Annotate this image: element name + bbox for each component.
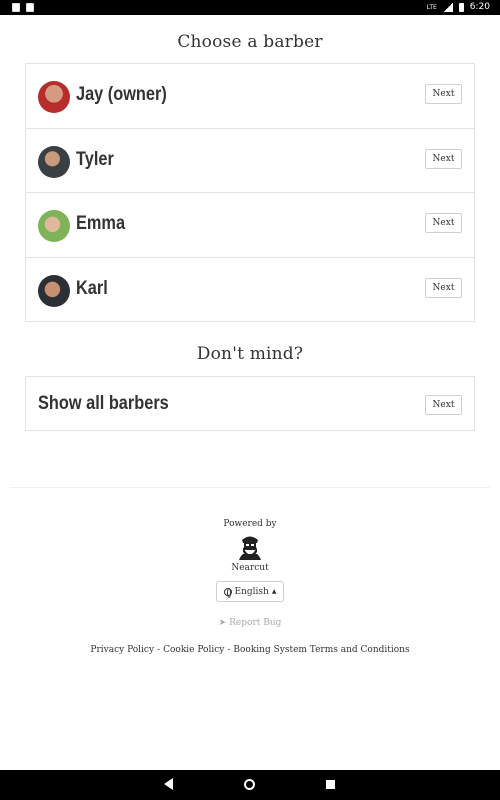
- paper-plane-icon: ➤: [218, 618, 227, 628]
- legal-links: Privacy Policy - Cookie Policy - Booking Sys…: [0, 645, 500, 655]
- barber-row-emma[interactable]: Emma Next: [26, 193, 474, 258]
- next-button[interactable]: Next: [425, 148, 462, 169]
- barber-name: Karl: [76, 277, 108, 299]
- separator: -: [157, 645, 161, 655]
- notification-icon: [12, 3, 20, 12]
- cookie-policy-link[interactable]: Cookie Policy: [163, 645, 224, 655]
- page-title: Choose a barber: [177, 32, 323, 52]
- status-bar: LTE 6:20: [0, 0, 500, 15]
- show-all-card[interactable]: Show all barbers Next: [25, 376, 475, 431]
- footer-divider: [10, 487, 490, 488]
- barber-name: Tyler: [76, 148, 114, 170]
- show-all-next-button[interactable]: Next: [425, 395, 462, 415]
- sd-card-icon: [26, 3, 34, 12]
- bearded-barber-icon[interactable]: [236, 532, 264, 560]
- network-label: LTE: [426, 3, 437, 11]
- powered-by-label: Powered by: [223, 519, 277, 529]
- status-right: LTE 6:20: [427, 2, 490, 12]
- barber-name: Emma: [76, 213, 126, 234]
- notification-icons: [12, 3, 34, 12]
- avatar: [38, 81, 70, 113]
- language-label: English: [234, 586, 269, 597]
- avatar: [38, 145, 70, 178]
- next-button[interactable]: Next: [425, 277, 462, 298]
- report-bug-link[interactable]: ➤ Report Bug: [0, 618, 500, 628]
- show-all-label: Show all barbers: [38, 393, 169, 414]
- privacy-policy-link[interactable]: Privacy Policy: [90, 645, 154, 655]
- barber-row-jay[interactable]: Jay (owner) Next: [26, 64, 474, 129]
- language-selector[interactable]: English ▲: [216, 581, 284, 602]
- caret-up-icon: ▲: [271, 588, 277, 595]
- recent-apps-icon[interactable]: [326, 780, 335, 789]
- globe-icon: [223, 587, 232, 598]
- report-bug-label: Report Bug: [229, 618, 282, 628]
- battery-icon: [458, 2, 464, 12]
- dont-mind-title: Don't mind?: [196, 344, 304, 364]
- terms-link[interactable]: Booking System Terms and Conditions: [233, 645, 409, 655]
- clock: 6:20: [469, 2, 490, 12]
- avatar: [38, 274, 70, 307]
- back-icon[interactable]: [164, 778, 173, 790]
- next-button[interactable]: Next: [425, 213, 462, 233]
- brand-name: Nearcut: [231, 563, 269, 573]
- barber-list: Jay (owner) Next Tyler Next Emma Next Ka…: [25, 63, 475, 322]
- next-button[interactable]: Next: [425, 84, 462, 104]
- barber-name: Jay (owner): [76, 84, 167, 105]
- avatar: [38, 210, 70, 242]
- signal-icon: [442, 2, 453, 12]
- system-nav-bar: [0, 770, 500, 800]
- barber-row-tyler[interactable]: Tyler Next: [26, 129, 474, 193]
- barber-row-karl[interactable]: Karl Next: [26, 258, 474, 323]
- home-icon[interactable]: [244, 779, 255, 790]
